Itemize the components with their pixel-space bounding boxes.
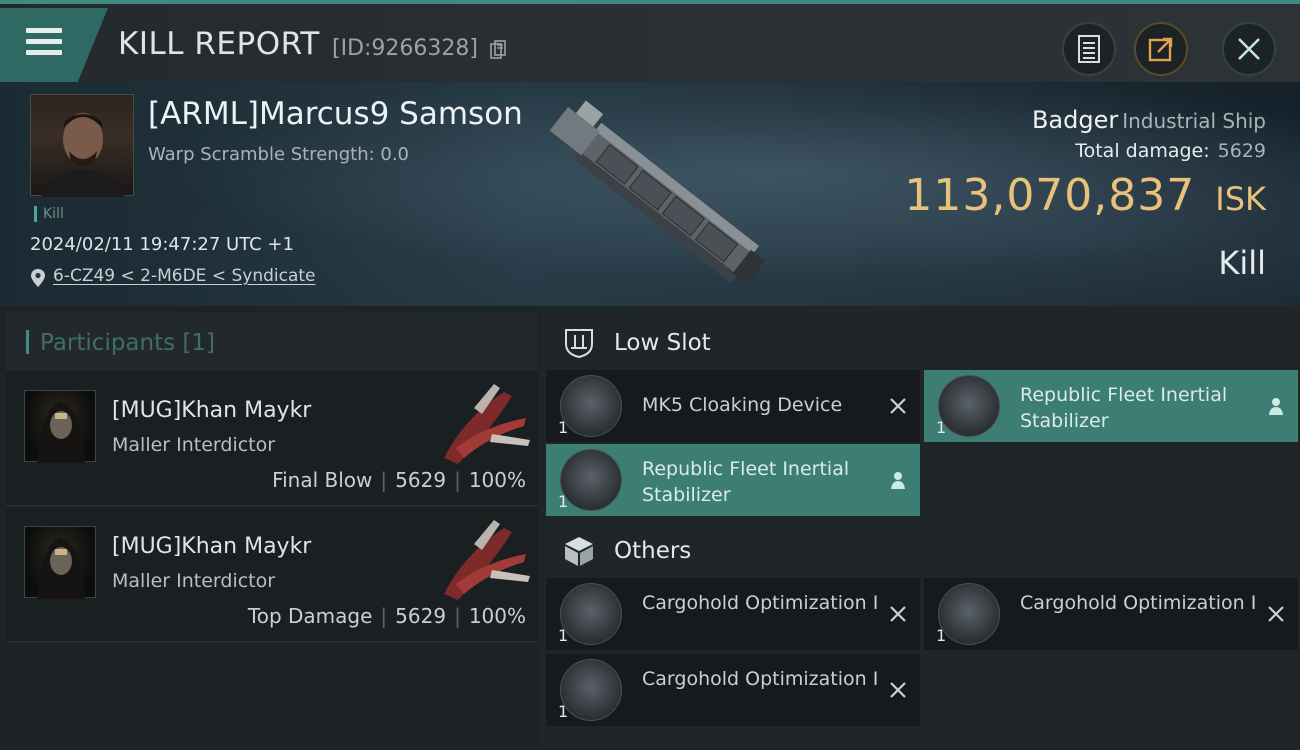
cargohold-optimization-icon [560, 659, 622, 721]
participant-stats: Top Damage | 5629 | 100% [247, 604, 526, 628]
close-button[interactable] [1222, 22, 1276, 76]
participant-ship: Maller Interdictor [112, 434, 276, 456]
item-name: Republic Fleet Inertial Stabilizer [1020, 384, 1228, 432]
location-link[interactable]: 6-CZ49 < 2-M6DE < Syndicate [53, 266, 316, 286]
dropped-person-icon [891, 472, 905, 489]
item-quantity: 1 [936, 418, 947, 437]
hooded-portrait-icon [37, 401, 85, 463]
participant-stats: Final Blow | 5629 | 100% [272, 468, 526, 492]
share-button[interactable] [1134, 22, 1188, 76]
victim-panel: [ARML]Marcus9 Samson Warp Scramble Stren… [0, 82, 1300, 306]
ship-type: Badger Industrial Ship [1032, 106, 1266, 134]
cargo-box-icon [565, 537, 593, 566]
share-icon [1148, 37, 1173, 62]
location-pin-icon [31, 269, 45, 287]
report-icon [1078, 35, 1100, 63]
item-quantity: 1 [936, 626, 947, 645]
participant-damage: 5629 [395, 468, 447, 492]
isk-value-line: 113,070,837 ISK [904, 170, 1266, 221]
participant-ship-image [444, 520, 530, 600]
slot-item[interactable]: 1 Republic Fleet Inertial Stabilizer [924, 370, 1298, 442]
inertial-stabilizer-icon [938, 375, 1000, 437]
item-name: Republic Fleet Inertial Stabilizer [642, 458, 850, 506]
item-name: MK5 Cloaking Device [642, 394, 843, 416]
item-name: Cargohold Optimization I [642, 668, 879, 690]
slot-item[interactable]: 1 Cargohold Optimization I [546, 654, 920, 726]
slot-item[interactable]: 1 Cargohold Optimization I [546, 578, 920, 650]
destroyed-icon [1268, 606, 1284, 622]
participant-ship-image [444, 384, 530, 464]
participant-role: Final Blow [272, 468, 373, 492]
victim-name: [ARML]Marcus9 Samson [148, 96, 523, 132]
participant-role: Top Damage [247, 604, 373, 628]
participant-name: [MUG]Khan Maykr [112, 398, 312, 423]
page-title: KILL REPORT [118, 26, 320, 62]
slot-item[interactable]: 1 Republic Fleet Inertial Stabilizer [546, 444, 920, 516]
participants-panel: Participants [1] [MUG]Khan Maykr Maller … [0, 306, 540, 750]
kill-datetime: 2024/02/11 19:47:27 UTC +1 [30, 234, 294, 255]
kill-tag: Kill [34, 206, 64, 222]
participant-ship: Maller Interdictor [112, 570, 276, 592]
low-slot-header: Low Slot [546, 312, 1298, 370]
participant-card[interactable]: [MUG]Khan Maykr Maller Interdictor Top D… [6, 508, 538, 642]
participant-avatar[interactable] [24, 390, 96, 463]
section-accent [26, 330, 29, 354]
copy-icon[interactable] [490, 40, 506, 60]
total-damage-label: Total damage: [1075, 140, 1210, 162]
low-slot-icon [565, 329, 593, 359]
destroyed-icon [890, 606, 906, 622]
menu-icon [26, 28, 62, 61]
report-id: [ID:9266328] [332, 36, 478, 61]
report-button[interactable] [1062, 22, 1116, 76]
total-damage-value: 5629 [1217, 140, 1266, 162]
slot-item[interactable]: 1 Cargohold Optimization I [924, 578, 1298, 650]
result-label: Kill [1218, 244, 1266, 282]
destroyed-icon [890, 682, 906, 698]
total-damage: Total damage: 5629 [1075, 140, 1266, 162]
slot-item[interactable]: 1 MK5 Cloaking Device [546, 370, 920, 442]
ship-class: Industrial Ship [1122, 109, 1266, 133]
isk-value: 113,070,837 [904, 170, 1196, 221]
isk-unit: ISK [1215, 180, 1266, 218]
item-quantity: 1 [558, 626, 569, 645]
item-quantity: 1 [558, 418, 569, 437]
fitting-panel: Low Slot 1 MK5 Cloaking Device 1 Republi… [540, 306, 1300, 750]
hooded-portrait-icon [37, 537, 85, 599]
cloaking-device-icon [560, 375, 622, 437]
victim-portrait[interactable] [30, 94, 134, 197]
item-name: Cargohold Optimization I [1020, 592, 1257, 614]
destroyed-icon [890, 398, 906, 414]
cargohold-optimization-icon [560, 583, 622, 645]
item-name: Cargohold Optimization I [642, 592, 879, 614]
inertial-stabilizer-icon [560, 449, 622, 511]
cargohold-optimization-icon [938, 583, 1000, 645]
ship-name: Badger [1031, 106, 1119, 134]
participant-card[interactable]: [MUG]Khan Maykr Maller Interdictor Final… [6, 372, 538, 506]
others-header: Others [546, 520, 1298, 578]
victim-ship-image [549, 100, 766, 285]
others-title: Others [614, 538, 692, 564]
participants-header: Participants [1] [6, 312, 538, 370]
header-bar: KILL REPORT [ID:9266328] [0, 0, 1300, 82]
participant-name: [MUG]Khan Maykr [112, 534, 312, 559]
participants-title: Participants [1] [40, 330, 215, 356]
warp-scramble-strength: Warp Scramble Strength: 0.0 [148, 144, 410, 165]
portrait-icon [41, 113, 125, 197]
participant-percent: 100% [468, 468, 526, 492]
participant-avatar[interactable] [24, 526, 96, 599]
dropped-person-icon [1269, 398, 1283, 415]
item-quantity: 1 [558, 702, 569, 721]
close-icon [1238, 38, 1260, 60]
participant-damage: 5629 [395, 604, 447, 628]
item-quantity: 1 [558, 492, 569, 511]
menu-button[interactable] [0, 8, 108, 82]
low-slot-title: Low Slot [614, 330, 711, 356]
participant-percent: 100% [468, 604, 526, 628]
